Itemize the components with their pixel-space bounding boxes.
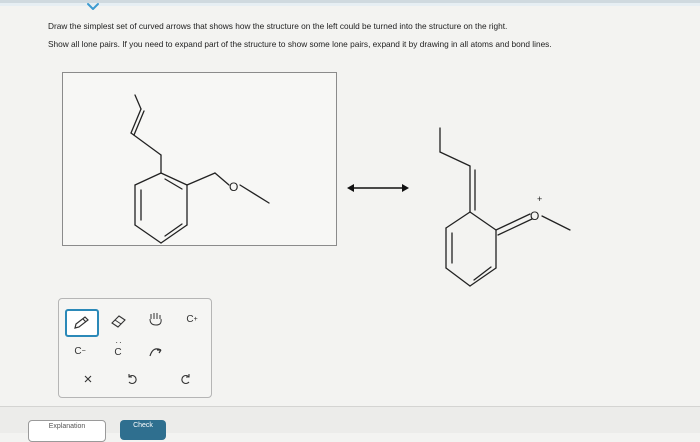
anion-superscript: − [81,347,86,355]
x-icon [84,375,92,383]
clear-button[interactable] [73,367,103,391]
left-structure: O [130,94,270,244]
check-button[interactable]: Check [120,420,166,440]
oxygen-label: O [530,209,539,223]
drawing-canvas[interactable]: O [62,72,337,246]
pencil-icon [74,316,89,329]
anion-tool[interactable]: C − [65,339,95,363]
eraser-tool[interactable] [103,309,133,333]
undo-icon [128,374,137,385]
instruction-line-2: Show all lone pairs. If you need to expa… [48,39,552,49]
undo-button[interactable] [117,367,147,391]
curved-arrow-icon [149,348,162,357]
oxygen-label: O [229,180,238,194]
right-structure: O + [439,127,571,287]
top-bar [0,0,700,6]
hand-tool[interactable] [141,307,171,331]
cation-tool[interactable]: C + [177,307,207,331]
double-headed-arrow-icon [347,184,409,192]
lone-pair-label: C [114,347,122,358]
cation-label: C [186,313,194,325]
chevron-down-icon[interactable] [85,2,101,12]
anion-label: C [74,345,82,357]
cation-superscript: + [193,315,198,323]
chain-bond [130,132,162,156]
drawing-toolbar: C + C − ·· C [58,298,212,398]
eraser-icon [111,315,126,328]
hand-icon [149,313,162,326]
explanation-button[interactable]: Explanation [28,420,106,442]
chain-bond [134,94,142,110]
pencil-tool[interactable] [65,309,99,337]
lone-pair-tool[interactable]: ·· C [103,338,133,363]
lone-pair-dots: ·· [115,338,123,347]
redo-button[interactable] [171,367,201,391]
instructions: Draw the simplest set of curved arrows t… [48,20,688,56]
oxygen-charge: + [537,194,542,204]
instruction-line-1: Draw the simplest set of curved arrows t… [48,21,508,31]
redo-icon [181,374,190,385]
curved-arrow-tool[interactable] [141,339,171,363]
